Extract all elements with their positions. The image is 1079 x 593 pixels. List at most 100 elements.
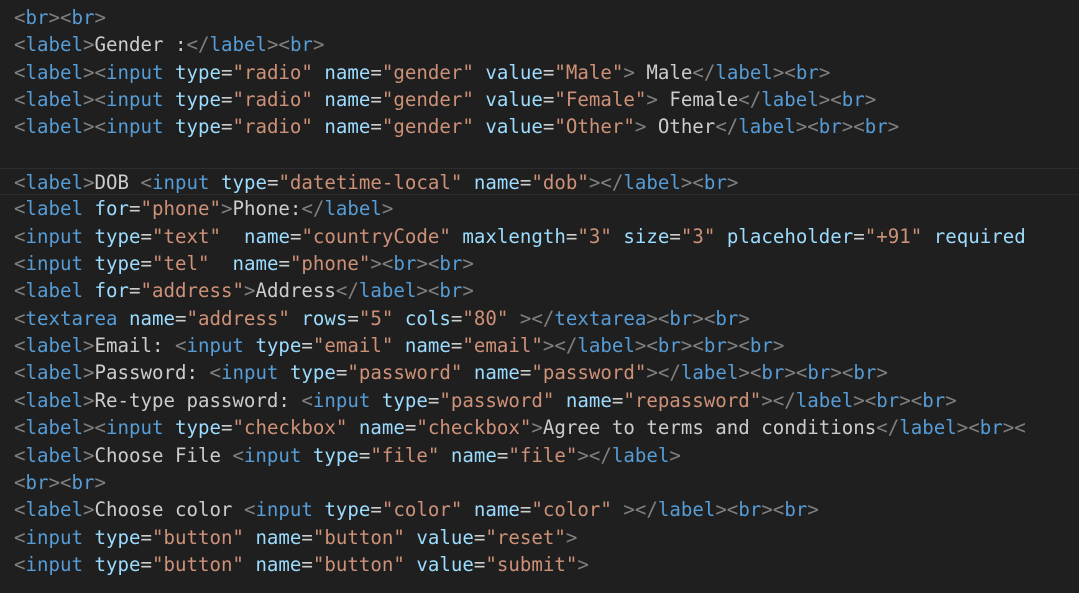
code-string: "password": [347, 361, 463, 385]
code-tag-name: br: [439, 252, 463, 276]
code-tag-name: br: [795, 60, 819, 84]
code-line[interactable]: <label>Re-type password: <input type="pa…: [0, 387, 1079, 414]
code-bracket: >: [818, 60, 831, 84]
code-tag-name: br: [841, 88, 865, 112]
code-line[interactable]: <label>Choose color <input type="color" …: [0, 496, 1079, 523]
code-bracket: >: [634, 115, 647, 139]
code-text: =: [370, 498, 382, 522]
code-string: "text": [151, 224, 221, 248]
code-text: =: [611, 388, 624, 412]
code-text: Choose color: [94, 498, 244, 522]
code-line[interactable]: <input type="button" name="button" value…: [0, 524, 1079, 551]
code-bracket: >: [82, 388, 95, 412]
code-text: Agree to terms and conditions: [542, 416, 877, 440]
code-line[interactable]: <textarea name="address" rows="5" cols="…: [0, 305, 1079, 332]
code-line[interactable]: <input type="button" name="button" value…: [0, 551, 1079, 578]
code-string: "80": [462, 306, 509, 330]
code-bracket: <: [14, 334, 26, 358]
code-text: DOB: [94, 171, 141, 195]
code-bracket: >: [945, 388, 957, 412]
code-text: =: [473, 552, 486, 576]
code-bracket: ><: [899, 388, 923, 412]
code-text: Male: [634, 60, 693, 84]
code-tag-name: br: [864, 115, 888, 139]
code-bracket: >: [646, 88, 658, 112]
code-tag-name: input: [105, 60, 164, 84]
code-tag-name: input: [25, 224, 83, 248]
code-string: "3": [577, 224, 612, 248]
code-tag-name: label: [761, 88, 819, 112]
code-string: "file": [508, 443, 578, 467]
code-attribute: name: [473, 171, 520, 195]
code-text: =: [266, 171, 279, 195]
code-attribute: name: [255, 525, 302, 549]
code-bracket: ></: [542, 334, 578, 358]
code-line[interactable]: <br><br>: [0, 4, 1079, 31]
code-bracket: <: [209, 361, 221, 385]
code-bracket: >: [82, 498, 95, 522]
code-bracket: ><: [841, 115, 865, 139]
code-bracket: >: [864, 88, 877, 112]
code-line[interactable]: <input type="text" name="countryCode" ma…: [0, 223, 1079, 250]
code-line[interactable]: <label><input type="radio" name="gender"…: [0, 113, 1079, 140]
code-string: "radio": [232, 115, 313, 139]
code-bracket: ><: [795, 115, 819, 139]
code-line[interactable]: <label for="phone">Phone:</label>: [0, 195, 1079, 222]
code-text: =: [278, 252, 290, 276]
code-line[interactable]: <input type="tel" name="phone"><br><br>: [0, 250, 1079, 277]
code-bracket: <: [174, 334, 187, 358]
code-string: "checkbox": [232, 416, 348, 440]
code-line[interactable]: <label>Gender :</label><br>: [0, 31, 1079, 58]
code-line[interactable]: <label><input type="radio" name="gender"…: [0, 86, 1079, 113]
code-bracket: ><: [82, 416, 106, 440]
code-text: =: [404, 416, 417, 440]
code-tag-name: label: [623, 171, 681, 195]
code-string: "email": [312, 334, 394, 358]
code-bracket: <: [14, 306, 26, 330]
code-string: "tel": [151, 252, 210, 276]
code-editor[interactable]: <br><br> <label>Gender :</label><br> <labe…: [0, 0, 1079, 593]
code-line[interactable]: <label><input type="checkbox" name="chec…: [0, 414, 1079, 441]
code-text: =: [519, 171, 532, 195]
code-string: "button": [312, 552, 405, 576]
code-line[interactable]: <label>Choose File <input type="file" na…: [0, 442, 1079, 469]
code-line[interactable]: <br><br>: [0, 469, 1079, 496]
code-tag-name: br: [784, 498, 808, 522]
code-line[interactable]: <label>DOB <input type="datetime-local" …: [0, 168, 1079, 196]
code-text: =: [358, 443, 371, 467]
code-tag-name: label: [25, 416, 83, 440]
code-text: Phone:: [232, 197, 302, 221]
code-line[interactable]: <label for="address">Address</label><br>: [0, 277, 1079, 304]
code-attribute: type: [94, 525, 141, 549]
code-line[interactable]: [0, 141, 1079, 168]
code-text: =: [140, 252, 152, 276]
code-bracket: >: [82, 443, 95, 467]
code-attribute: name: [404, 334, 451, 358]
code-tag-name: label: [324, 197, 382, 221]
code-attribute: placeholder: [726, 224, 854, 248]
code-tag-name: input: [25, 525, 83, 549]
code-text: Choose File: [94, 443, 233, 467]
code-tag-name: input: [25, 552, 83, 576]
code-line[interactable]: <label>Email: <input type="email" name="…: [0, 332, 1079, 359]
code-bracket: >: [669, 443, 681, 467]
code-attribute: required: [933, 224, 1026, 248]
code-tag-name: label: [738, 115, 796, 139]
code-text: =: [370, 115, 382, 139]
code-line[interactable]: <label>Password: <input type="password" …: [0, 359, 1079, 386]
code-text: =: [220, 115, 233, 139]
code-tag-name: label: [715, 60, 773, 84]
code-line[interactable]: <label><input type="radio" name="gender"…: [0, 59, 1079, 86]
code-attribute: type: [94, 552, 141, 576]
code-bracket: >: [462, 279, 474, 303]
code-attribute: type: [174, 88, 221, 112]
